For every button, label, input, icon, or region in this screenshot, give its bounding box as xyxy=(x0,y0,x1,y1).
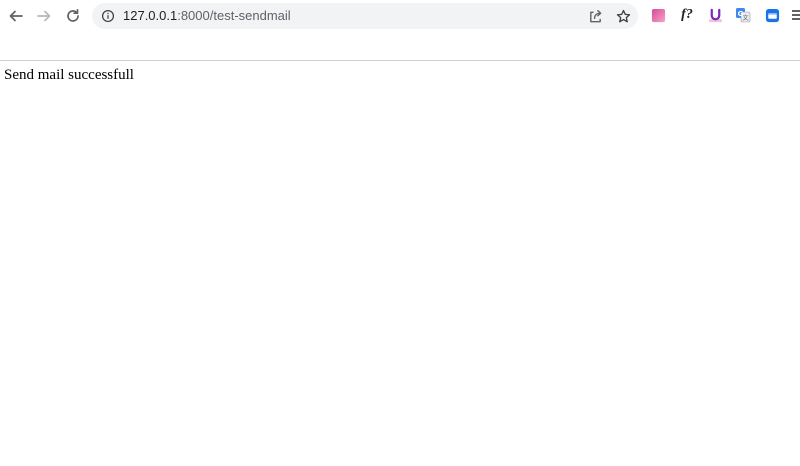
u-extension-icon[interactable] xyxy=(707,7,723,23)
bookmark-button[interactable] xyxy=(615,8,631,24)
url-path: :8000/test-sendmail xyxy=(177,8,291,23)
info-circle-icon xyxy=(101,9,115,23)
share-icon xyxy=(589,9,601,22)
font-identifier-label: f? xyxy=(681,7,693,22)
gradient-square-extension-icon[interactable] xyxy=(650,7,666,23)
browser-toolbar: 127.0.0.1:8000/test-sendmail f? G 文 xyxy=(0,0,800,32)
site-info-button[interactable] xyxy=(100,8,116,24)
reload-icon xyxy=(67,8,79,22)
url-host: 127.0.0.1 xyxy=(123,8,178,23)
toolbar-divider xyxy=(0,60,800,61)
address-bar[interactable]: 127.0.0.1:8000/test-sendmail xyxy=(92,3,638,29)
back-button[interactable] xyxy=(4,4,28,28)
font-identifier-extension-icon[interactable]: f? xyxy=(678,7,696,23)
url-text[interactable]: 127.0.0.1:8000/test-sendmail xyxy=(123,3,291,29)
window-extension-icon[interactable] xyxy=(764,7,780,23)
star-icon xyxy=(616,9,630,22)
page-message: Send mail successfull xyxy=(4,67,134,83)
forward-button[interactable] xyxy=(32,4,56,28)
svg-text:文: 文 xyxy=(742,14,748,22)
reload-button[interactable] xyxy=(61,4,85,28)
arrow-right-icon xyxy=(37,10,51,22)
arrow-left-icon xyxy=(9,10,23,22)
side-panel-icon[interactable] xyxy=(790,7,800,23)
google-translate-extension-icon[interactable]: G 文 xyxy=(735,7,751,23)
share-button[interactable] xyxy=(587,8,603,24)
